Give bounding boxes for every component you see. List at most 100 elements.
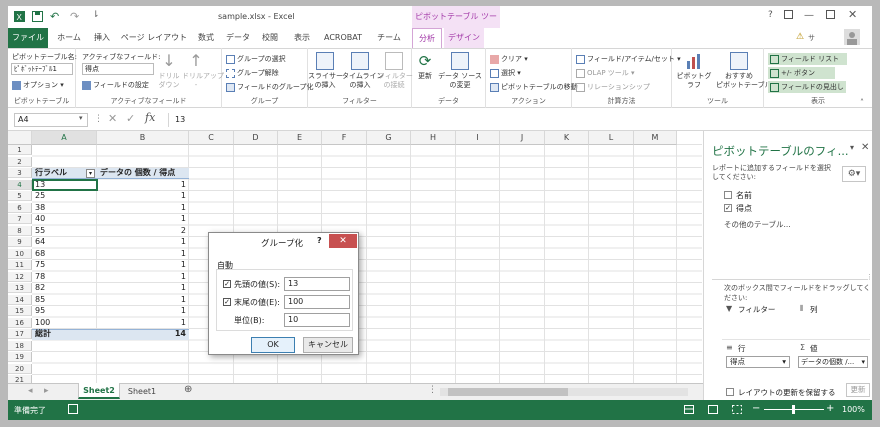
row-header[interactable]: 19 [8, 352, 32, 362]
change-source-button[interactable]: データ ソース の変更 [436, 52, 484, 90]
row-header[interactable]: 15 [8, 306, 32, 316]
column-header[interactable]: C [189, 131, 234, 145]
page-layout-view-icon[interactable] [708, 405, 718, 416]
end-auto-checkbox[interactable]: ✓ [223, 298, 231, 306]
confirm-entry-icon[interactable]: ✓ [126, 112, 135, 125]
pivot-value-cell[interactable]: 1 [100, 214, 186, 224]
pivot-row-label[interactable]: 100 [35, 318, 94, 328]
filter-connections-button[interactable]: フィルター の接続 [378, 52, 413, 90]
row-header[interactable]: 17 [8, 329, 32, 339]
help-icon[interactable]: ? [768, 10, 773, 20]
redo-icon[interactable]: ↷ [70, 10, 79, 23]
tab-home[interactable]: ホーム [54, 28, 84, 48]
row-header[interactable]: 13 [8, 283, 32, 293]
drill-up-button[interactable]: ↑ ドリルアップ - [182, 52, 224, 90]
rows-field-chip[interactable]: 得点 ▾ [726, 356, 790, 368]
zoom-level[interactable]: 100% [842, 405, 865, 414]
field-list-toggle[interactable]: フィールド リスト [768, 53, 848, 65]
column-header[interactable]: J [500, 131, 545, 145]
column-header[interactable]: L [589, 131, 634, 145]
row-header[interactable]: 7 [8, 214, 32, 224]
next-sheet-icon[interactable]: ▸ [44, 386, 49, 396]
pt-name-input[interactable]: ﾋﾟﾎﾞｯﾄﾃｰﾌﾞﾙ1 [11, 63, 73, 75]
column-header[interactable]: B [97, 131, 189, 145]
row-header[interactable]: 12 [8, 271, 32, 282]
column-header[interactable]: M [634, 131, 677, 145]
recommended-pivottables-button[interactable]: おすすめ ピボットテーブル [716, 52, 772, 90]
plus-minus-toggle[interactable]: +/- ボタン [768, 67, 835, 79]
maximize-icon[interactable] [826, 10, 835, 21]
user-name[interactable]: サ [808, 33, 815, 43]
close-icon[interactable]: ✕ [848, 8, 857, 21]
pivot-row-label[interactable]: 82 [35, 283, 94, 293]
row-header[interactable]: 10 [8, 248, 32, 259]
customize-qat-icon[interactable]: ⇂ [92, 10, 100, 20]
pivot-row-label[interactable]: 68 [35, 249, 94, 259]
pivot-row-label[interactable]: 78 [35, 272, 94, 282]
tab-page-layout[interactable]: ページ レイアウト [120, 28, 188, 48]
tab-file[interactable]: ファイル [8, 28, 48, 48]
fields-items-sets-button[interactable]: フィールド/アイテム/セット ▾ [576, 54, 681, 64]
row-header[interactable]: 3 [8, 168, 32, 178]
insert-slicer-button[interactable]: スライサー の挿入 [308, 52, 343, 90]
row-header[interactable]: 8 [8, 225, 32, 236]
dialog-help-icon[interactable]: ? [317, 236, 322, 245]
minimize-icon[interactable]: — [804, 10, 814, 21]
zoom-slider-thumb[interactable] [792, 405, 795, 414]
cancel-entry-icon[interactable]: ✕ [108, 112, 117, 125]
tab-insert[interactable]: 挿入 [88, 28, 116, 48]
row-header[interactable]: 14 [8, 294, 32, 305]
pivot-row-label[interactable]: 85 [35, 295, 94, 305]
undo-icon[interactable]: ↶ [50, 10, 59, 23]
insert-timeline-button[interactable]: タイムライン の挿入 [342, 52, 384, 90]
start-auto-checkbox[interactable]: ✓ [223, 280, 231, 288]
column-header[interactable]: A [32, 131, 97, 145]
pane-tools-gear-icon[interactable]: ⚙▾ [842, 166, 866, 182]
step-value-input[interactable]: 10 [284, 313, 350, 327]
tab-team[interactable]: チーム [370, 28, 408, 48]
horizontal-scroll-thumb[interactable] [448, 388, 568, 396]
pivot-chart-button[interactable]: ピボットグラフ [674, 52, 714, 90]
column-header[interactable]: H [411, 131, 456, 145]
pivot-row-label[interactable]: 95 [35, 306, 94, 316]
active-field-input[interactable]: 得点 [82, 63, 154, 75]
pivot-grand-total-label[interactable]: 総計 [35, 329, 94, 339]
ungroup-button[interactable]: グループ解除 [226, 68, 279, 78]
pivot-value-cell[interactable]: 1 [100, 306, 186, 316]
move-pivottable-button[interactable]: ピボットテーブルの移動 [490, 82, 578, 92]
pivot-value-cell[interactable]: 1 [100, 272, 186, 282]
options-button[interactable]: オプション ▾ [12, 80, 64, 90]
tab-acrobat[interactable]: ACROBAT [320, 28, 366, 48]
macro-record-icon[interactable] [68, 404, 78, 416]
pivot-row-label[interactable]: 55 [35, 226, 94, 236]
field-headers-toggle[interactable]: フィールドの見出し [768, 81, 846, 93]
tab-review[interactable]: 校閲 [256, 28, 284, 48]
pivot-row-label[interactable]: 40 [35, 214, 94, 224]
pane-options-dropdown-icon[interactable]: ▾ [850, 143, 854, 152]
insert-function-icon[interactable]: fx [145, 111, 155, 124]
field-checkbox-name[interactable] [724, 191, 732, 199]
pivot-row-label[interactable]: 25 [35, 191, 94, 201]
pane-close-icon[interactable]: ✕ [861, 142, 869, 153]
pivot-value-cell[interactable]: 1 [100, 318, 186, 328]
pivot-value-cell[interactable]: 2 [100, 226, 186, 236]
end-value-input[interactable]: 100 [284, 295, 350, 309]
row-header[interactable]: 20 [8, 363, 32, 374]
column-header[interactable]: D [234, 131, 278, 145]
pivot-value-header[interactable]: データの 個数 / 得点 [100, 168, 186, 178]
tab-split-handle-icon[interactable]: ⋮ [428, 385, 437, 395]
pivot-row-label[interactable]: 75 [35, 260, 94, 270]
select-button[interactable]: 選択 ▾ [490, 68, 521, 78]
drill-down-button[interactable]: ↓ ドリル ダウン [156, 52, 182, 90]
relationships-button[interactable]: リレーションシップ [576, 82, 650, 92]
more-tables-link[interactable]: その他のテーブル... [724, 219, 791, 230]
cancel-button[interactable]: キャンセル [303, 337, 353, 353]
row-header[interactable]: 9 [8, 237, 32, 247]
row-header[interactable]: 6 [8, 202, 32, 213]
row-header[interactable]: 4 [8, 179, 32, 190]
field-checkbox-score[interactable]: ✓ [724, 204, 732, 212]
sheet-tab-sheet1[interactable]: Sheet1 [122, 384, 162, 399]
defer-update-checkbox[interactable] [726, 388, 734, 396]
name-box-dropdown-icon[interactable]: ▾ [79, 114, 83, 122]
pivot-value-cell[interactable]: 1 [100, 191, 186, 201]
